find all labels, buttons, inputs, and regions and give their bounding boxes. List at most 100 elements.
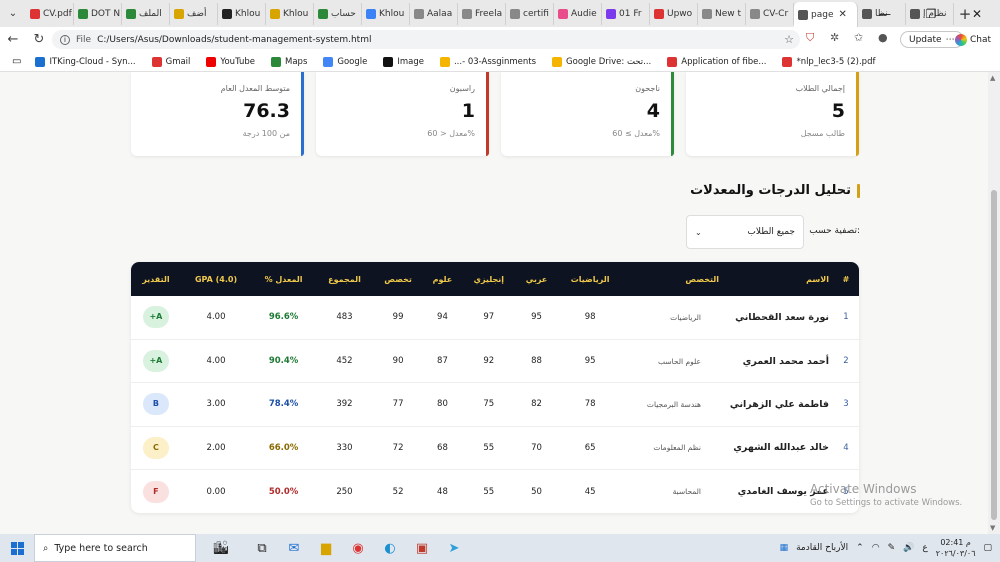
- cell-grade: A+: [131, 339, 181, 384]
- browser-tab[interactable]: certifi: [506, 2, 554, 25]
- bookmark-item[interactable]: Application of fibe...: [659, 56, 774, 67]
- close-icon[interactable]: ✕: [954, 0, 1000, 27]
- chat-button[interactable]: Chat: [955, 31, 991, 48]
- tab-favicon-icon: [462, 8, 472, 19]
- column-header[interactable]: المجموع: [316, 262, 373, 296]
- column-header[interactable]: الرياضيات: [557, 262, 623, 296]
- tab-favicon-icon: [654, 8, 664, 19]
- column-header[interactable]: علوم: [423, 262, 462, 296]
- browser-tab[interactable]: أضف: [170, 2, 218, 25]
- browser-tab[interactable]: Freela: [458, 2, 506, 25]
- bookmark-item[interactable]: ...- 03-Assginments: [432, 56, 544, 67]
- browser-tab[interactable]: 01 Fr: [602, 2, 650, 25]
- news-widget-icon[interactable]: 🏙: [196, 534, 246, 562]
- browser-tab[interactable]: DOT N: [74, 2, 122, 25]
- minimize-icon[interactable]: —: [862, 0, 908, 27]
- column-header[interactable]: التخصص: [623, 262, 723, 296]
- powerpoint-icon[interactable]: ▣: [406, 534, 438, 562]
- table-row[interactable]: 5 عمر يوسف الغامدي المحاسبة 45 50 55 48 52 250 50…: [131, 470, 859, 513]
- bookmark-item[interactable]: Maps: [263, 56, 315, 67]
- browser-tab[interactable]: Khlou: [218, 2, 266, 25]
- tab-label: Khlou: [379, 8, 405, 19]
- telegram-icon[interactable]: ➤: [438, 534, 470, 562]
- cell-grade: B: [131, 382, 181, 427]
- stat-subtext: معدل < 60%: [427, 129, 475, 138]
- cell-idx: 4: [833, 426, 859, 471]
- filter-select[interactable]: ⌄ جميع الطلاب: [686, 215, 804, 249]
- favorites-icon[interactable]: ✩: [854, 31, 863, 44]
- browser-tab[interactable]: CV.pdf: [26, 2, 74, 25]
- column-header[interactable]: GPA (4.0): [181, 262, 251, 296]
- bookmark-item[interactable]: Gmail: [144, 56, 199, 67]
- column-header[interactable]: #: [833, 262, 859, 296]
- bookmark-favicon-icon: [271, 56, 281, 67]
- bookmark-item[interactable]: ITKing-Cloud - Syn...: [27, 56, 143, 67]
- profile-avatar-icon[interactable]: ●: [878, 31, 888, 44]
- task-view-icon[interactable]: ⧉: [246, 534, 278, 562]
- column-header[interactable]: إنجليزي: [462, 262, 516, 296]
- url-field[interactable]: i File C:/Users/Asus/Downloads/student-m…: [52, 30, 800, 49]
- tab-label: DOT N: [91, 8, 121, 19]
- reload-icon[interactable]: ↻: [26, 32, 52, 47]
- browser-tab[interactable]: Khlou: [362, 2, 410, 25]
- back-icon[interactable]: ←: [0, 32, 26, 47]
- browser-tab[interactable]: حساب: [314, 2, 362, 25]
- column-header[interactable]: المعدل %: [251, 262, 316, 296]
- bookmark-item[interactable]: *nlp_lec3-5 (2).pdf: [774, 56, 883, 67]
- browser-tab[interactable]: Upwo: [650, 2, 698, 25]
- start-button[interactable]: [0, 534, 34, 562]
- edge-icon[interactable]: ◐: [374, 534, 406, 562]
- table-row[interactable]: 1 نورة سعد القحطاني الرياضيات 98 95 97 94 99 483…: [131, 296, 859, 340]
- chevron-down-icon: ⌄: [695, 227, 702, 237]
- pen-icon[interactable]: ✎: [888, 543, 896, 553]
- volume-icon[interactable]: 🔊: [903, 543, 914, 553]
- table-row[interactable]: 4 خالد عبدالله الشهري نظم المعلومات 65 70 55 6…: [131, 426, 859, 471]
- tab-actions-menu-button[interactable]: ⌄: [0, 0, 26, 27]
- tab-label: Audie: [571, 8, 597, 19]
- notifications-icon[interactable]: ▢: [983, 543, 992, 553]
- cell-math: 98: [557, 296, 623, 340]
- url-scheme: File: [76, 34, 92, 45]
- column-header[interactable]: الاسم: [723, 262, 833, 296]
- taskbar-search-input[interactable]: ⌕ Type here to search: [34, 534, 196, 562]
- title-accent-bar: [857, 183, 860, 198]
- cell-gpa: 0.00: [206, 486, 226, 497]
- table-header-row: # الاسم التخصص الرياضيات عربي إنجليزي علوم تخصص…: [131, 262, 859, 296]
- chrome-icon[interactable]: ◉: [342, 534, 374, 562]
- bookmark-item[interactable]: YouTube: [198, 56, 263, 67]
- tab-close-icon[interactable]: ✕: [838, 9, 846, 20]
- wifi-icon[interactable]: ◠: [872, 543, 880, 553]
- file-explorer-icon[interactable]: ▆: [310, 534, 342, 562]
- mail-icon[interactable]: ✉: [278, 534, 310, 562]
- browser-tab[interactable]: page ✕: [794, 2, 858, 27]
- bookmark-star-icon[interactable]: ☆: [784, 33, 794, 46]
- bookmark-item[interactable]: Image: [375, 56, 432, 67]
- browser-tab[interactable]: Audie: [554, 2, 602, 25]
- browser-tab[interactable]: New t: [698, 2, 746, 25]
- table-row[interactable]: 3 فاطمة علي الزهراني هندسة البرمجيات 78 82 75…: [131, 382, 859, 427]
- scroll-down-icon[interactable]: ▼: [990, 524, 995, 532]
- stocks-icon[interactable]: ▦: [780, 543, 789, 553]
- page-scrollbar[interactable]: ▲ ▼: [988, 72, 1000, 534]
- browser-tab[interactable]: Khlou: [266, 2, 314, 25]
- scrollbar-thumb[interactable]: [991, 190, 997, 520]
- browser-tab[interactable]: Aalaa: [410, 2, 458, 25]
- info-icon[interactable]: i: [60, 34, 70, 45]
- reading-list-icon[interactable]: ▭: [6, 56, 27, 67]
- chevron-up-icon[interactable]: ⌃: [856, 543, 864, 553]
- column-header[interactable]: عربي: [516, 262, 558, 296]
- bookmark-item[interactable]: Google: [315, 56, 375, 67]
- table-row[interactable]: 2 أحمد محمد العمري علوم الحاسب 95 88 92 87 90 45…: [131, 339, 859, 384]
- maximize-icon[interactable]: ❐: [908, 0, 954, 27]
- bookmark-item[interactable]: Google Drive: تحت...: [544, 56, 659, 67]
- extension-shield-icon[interactable]: ⛉: [806, 31, 814, 45]
- scroll-up-icon[interactable]: ▲: [990, 74, 995, 82]
- browser-tab[interactable]: CV-Cr: [746, 2, 794, 25]
- column-header[interactable]: التقدير: [131, 262, 181, 296]
- clock[interactable]: 02:41 م ٢٠٢٦/٠٣/٠٦: [936, 537, 976, 559]
- extensions-puzzle-icon[interactable]: ✲: [830, 31, 839, 44]
- tray-earnings-label[interactable]: الأرباح القادمة: [796, 543, 848, 553]
- column-header[interactable]: تخصص: [373, 262, 423, 296]
- browser-tab[interactable]: الملف: [122, 2, 170, 25]
- language-indicator[interactable]: ع: [922, 543, 927, 553]
